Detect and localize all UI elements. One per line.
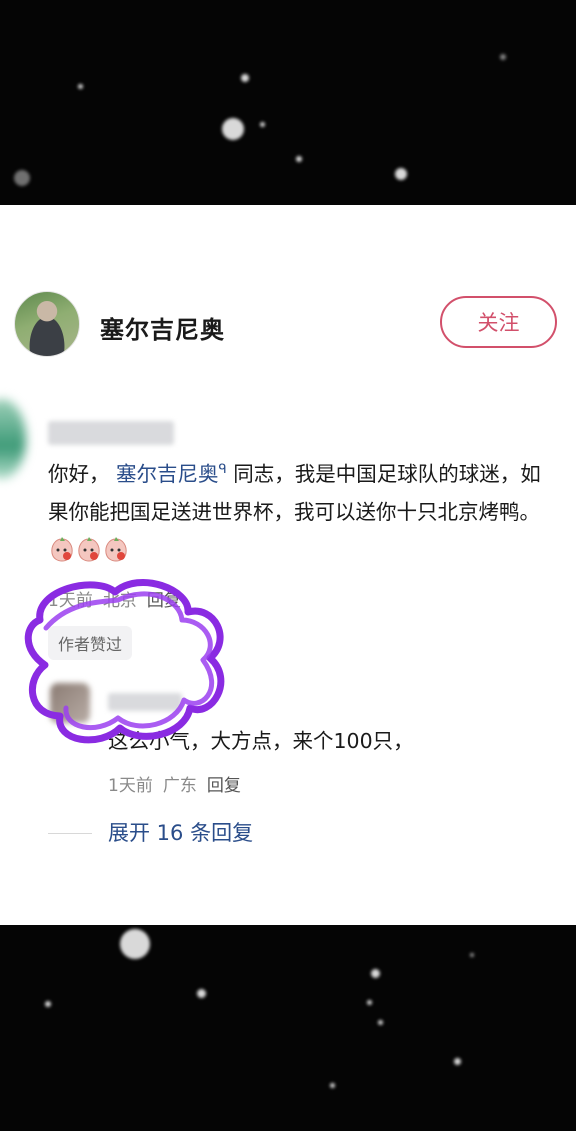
- reply-name-blurred: [108, 693, 182, 711]
- comment-time: 1天前: [48, 591, 93, 611]
- author-avatar[interactable]: [14, 291, 80, 357]
- reply-time: 1天前: [108, 776, 153, 796]
- shy-peach-emoji-icon: [51, 536, 73, 562]
- reply-text: 这么小气，大方点，来个100只，: [108, 729, 414, 753]
- author-row: 塞尔吉尼奥 关注: [14, 291, 562, 361]
- comment-meta: 1天前 北京 回复: [48, 586, 191, 611]
- commenter-name-blurred: [48, 421, 174, 445]
- author-name[interactable]: 塞尔吉尼奥: [100, 310, 225, 345]
- mention-link[interactable]: 塞尔吉尼奥ᑫ: [116, 462, 227, 486]
- comment-location: 北京: [102, 591, 137, 611]
- reply-location: 广东: [162, 776, 197, 796]
- comment-text-start: 你好，: [48, 461, 110, 486]
- follow-button[interactable]: 关注: [440, 296, 557, 348]
- search-icon: ᑫ: [218, 462, 227, 477]
- comment-reply-button[interactable]: 回复: [147, 591, 181, 611]
- video-background-bottom: [0, 925, 576, 1131]
- comment-card: 塞尔吉尼奥 关注 你好， 塞尔吉尼奥ᑫ 同志，我是中国足球队的球迷，如果你能把国…: [0, 205, 576, 925]
- comment-text: 你好， 塞尔吉尼奥ᑫ 同志，我是中国足球队的球迷，如果你能把国足送进世界杯，我可…: [48, 451, 548, 569]
- commenter-avatar[interactable]: [0, 399, 26, 479]
- expand-divider: [48, 833, 92, 834]
- shy-peach-emoji-icon: [78, 536, 100, 562]
- video-background-top: [0, 0, 576, 205]
- reply-reply-button[interactable]: 回复: [207, 776, 241, 796]
- mention-name: 塞尔吉尼奥: [116, 461, 219, 486]
- reply-meta: 1天前 广东 回复: [108, 771, 251, 796]
- shy-peach-emoji-icon: [105, 536, 127, 562]
- reply-avatar[interactable]: [50, 683, 90, 723]
- expand-replies-link[interactable]: 展开 16 条回复: [108, 817, 253, 847]
- author-liked-badge: 作者赞过: [48, 626, 133, 660]
